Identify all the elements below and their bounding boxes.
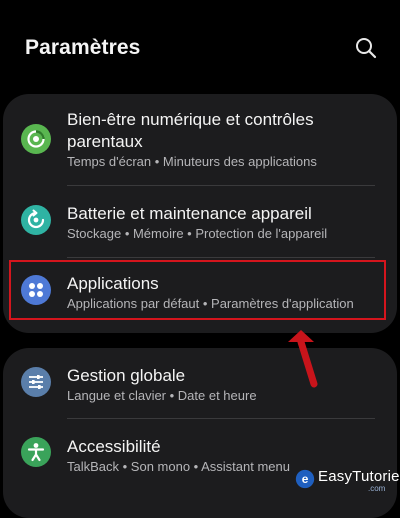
item-subtitle: Langue et clavier • Date et heure (67, 388, 257, 403)
applications-highlight-box (9, 260, 386, 320)
settings-item-digital-wellbeing[interactable]: Bien-être numérique et contrôles parenta… (3, 94, 397, 186)
sliders-icon (21, 367, 51, 397)
item-title: Batterie et maintenance appareil (67, 204, 312, 223)
watermark-domain: .com (368, 484, 386, 493)
item-title: Accessibilité (67, 437, 161, 456)
search-icon (356, 38, 377, 59)
settings-item-battery[interactable]: Batterie et maintenance appareil Stockag… (3, 186, 397, 256)
page-title: Paramètres (25, 36, 141, 59)
item-subtitle: Stockage • Mémoire • Protection de l'app… (67, 226, 328, 241)
accessibility-icon (21, 437, 51, 467)
item-subtitle: Temps d'écran • Minuteurs des applicatio… (67, 154, 317, 169)
app-header: Paramètres (0, 0, 400, 96)
settings-item-general-management[interactable]: Gestion globale Langue et clavier • Date… (3, 348, 397, 418)
svg-text:e: e (302, 472, 309, 486)
red-arrow-annotation (288, 330, 318, 388)
watermark: e EasyTutoriel .com (292, 464, 400, 496)
digital-wellbeing-icon (21, 124, 51, 154)
battery-care-icon (21, 205, 51, 235)
easytutoriel-logo-icon: e (295, 469, 315, 489)
item-title: Bien-être numérique et contrôles parenta… (67, 110, 314, 151)
search-button[interactable] (352, 34, 380, 62)
watermark-brand: EasyTutoriel (318, 468, 400, 485)
